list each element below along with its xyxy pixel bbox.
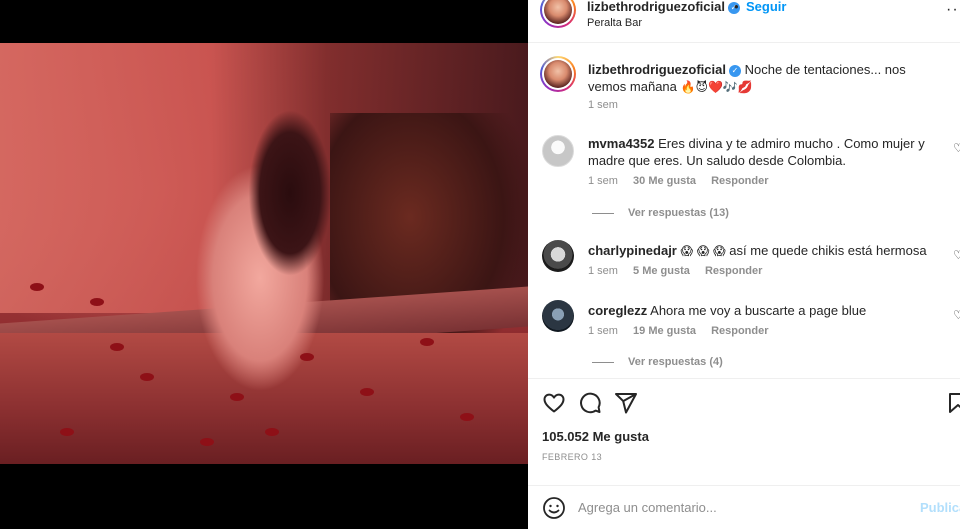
author-avatar[interactable] [540,0,576,28]
post-location[interactable]: Peralta Bar [587,17,642,29]
view-replies-button[interactable]: Ver respuestas (13) [592,207,729,219]
caption-avatar[interactable] [540,56,576,92]
rose-petal [110,343,124,351]
reply-button[interactable]: Responder [705,265,762,277]
bookmark-icon[interactable] [946,391,960,415]
commenter-avatar[interactable] [542,135,574,167]
rose-petal [200,438,214,446]
comment-likes[interactable]: 19 Me gusta [633,325,696,337]
replies-line [592,212,614,214]
commenter-username[interactable]: charlypinedajr [588,243,677,258]
comment-emojis: 😱 😱 😱 [680,244,726,258]
rose-petal [460,413,474,421]
comment-input[interactable] [578,493,878,521]
heart-icon[interactable] [542,391,566,415]
comment-likes[interactable]: 5 Me gusta [633,265,690,277]
comment-time[interactable]: 1 sem [588,175,618,187]
separator-dot: • [734,0,739,14]
comment-like-icon[interactable]: ♡ [953,308,960,322]
comment-meta: 1 sem 30 Me gusta Responder [588,175,781,187]
comment-meta: 1 sem 5 Me gusta Responder [588,265,774,277]
caption-time[interactable]: 1 sem [588,99,618,111]
comment-text: Ahora me voy a buscarte a page blue [650,303,867,318]
post-date[interactable]: FEBRERO 13 [542,452,602,462]
comment-body: coreglezz Ahora me voy a buscarte a page… [588,302,928,319]
likes-count[interactable]: 105.052 Me gusta [542,429,649,444]
post-caption: lizbethrodriguezoficial ✓ Noche de tentac… [588,61,943,96]
post-actions: 105.052 Me gusta FEBRERO 13 Publica [528,378,960,528]
comment-like-icon[interactable]: ♡ [953,248,960,262]
caption-emojis: 🔥😈❤️🎶💋 [680,80,753,94]
rose-petal [300,353,314,361]
rose-petal [90,298,104,306]
reply-button[interactable]: Responder [711,325,768,337]
add-comment-bar: Publica [528,485,960,529]
rose-petal [140,373,154,381]
media-pane [0,0,528,529]
photo-hair [235,103,345,303]
follow-button[interactable]: Seguir [746,0,786,14]
comment-meta: 1 sem 19 Me gusta Responder [588,325,781,337]
commenter-avatar[interactable] [542,240,574,272]
post-photo[interactable] [0,43,528,464]
share-icon[interactable] [614,391,638,415]
rose-petal [265,428,279,436]
comment-time[interactable]: 1 sem [588,265,618,277]
post-header: lizbethrodriguezoficial ✓ • Seguir Peralt… [528,0,960,43]
comment-body: mvma4352 Eres divina y te admiro mucho .… [588,135,928,169]
rose-petal [60,428,74,436]
reply-button[interactable]: Responder [711,175,768,187]
emoji-icon[interactable] [542,496,566,520]
rose-petal [360,388,374,396]
comment-icon[interactable] [578,391,602,415]
rose-petal [420,338,434,346]
commenter-username[interactable]: coreglezz [588,303,647,318]
commenter-username[interactable]: mvma4352 [588,136,655,151]
comment-like-icon[interactable]: ♡ [953,141,960,155]
more-options-icon[interactable]: ··· [946,1,960,19]
rose-petal [230,393,244,401]
rose-petal [30,283,44,291]
comment-text: así me quede chikis está hermosa [729,243,927,258]
comment-body: charlypinedajr 😱 😱 😱 así me quede chikis… [588,242,928,260]
caption-username[interactable]: lizbethrodriguezoficial [588,62,726,77]
view-replies-button[interactable]: Ver respuestas (4) [592,356,723,368]
post-comment-button[interactable]: Publica [920,500,960,515]
comment-time[interactable]: 1 sem [588,325,618,337]
replies-line [592,361,614,363]
verified-icon: ✓ [728,64,741,77]
post-sidebar: lizbethrodriguezoficial ✓ • Seguir Peralt… [528,0,960,529]
comment-likes[interactable]: 30 Me gusta [633,175,696,187]
author-username[interactable]: lizbethrodriguezoficial ✓ [587,0,740,14]
commenter-avatar[interactable] [542,300,574,332]
